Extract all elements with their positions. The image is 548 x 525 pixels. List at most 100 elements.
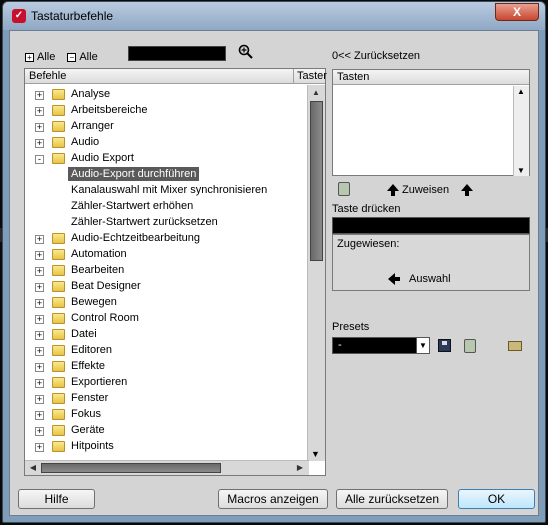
expand-node-icon[interactable]: + [35,331,44,340]
assigned-label: Zugewiesen: [337,238,400,250]
show-macros-button[interactable]: Macros anzeigen [218,489,328,509]
folder-icon [52,441,65,452]
select-button[interactable]: Auswahl [409,273,451,285]
tree-item[interactable]: + Exportieren [25,375,307,391]
expand-node-icon[interactable]: + [35,299,44,308]
expand-node-icon[interactable]: + [35,379,44,388]
folder-icon [52,233,65,244]
delete-preset-trash-icon[interactable] [464,339,476,353]
help-button[interactable]: Hilfe [18,489,95,509]
expand-all-button[interactable]: Alle [37,51,55,63]
tree-item[interactable]: Zähler-Startwert erhöhen [25,199,307,215]
tree-item[interactable]: + Hitpoints [25,439,307,455]
close-button[interactable]: X [495,3,539,21]
reset-button[interactable]: 0<< Zurücksetzen [332,50,420,62]
folder-icon [52,345,65,356]
tree-item[interactable]: + Automation [25,247,307,263]
tree-horizontal-scrollbar[interactable]: ◀ ▶ [25,460,309,475]
scroll-left-arrow-icon[interactable]: ◀ [26,461,40,474]
presets-dropdown[interactable]: - ▼ [332,337,430,354]
assign-button[interactable]: Zuweisen [402,184,449,196]
keys-scroll-down-icon[interactable]: ▼ [517,166,525,175]
scroll-right-arrow-icon[interactable]: ▶ [293,461,307,474]
expand-node-icon[interactable]: + [35,443,44,452]
scroll-down-arrow-icon[interactable]: ▼ [311,449,320,459]
tree-vertical-scrollbar[interactable]: ▲ ▼ [307,85,325,461]
tree-item-label: Effekte [71,360,106,372]
tree-item-label: Fenster [71,392,109,404]
tree-item[interactable]: + Fenster [25,391,307,407]
dialog-body: + Alle − Alle Befehle Taster + Analyse + Ar… [9,30,539,516]
expand-node-icon[interactable]: + [35,315,44,324]
expand-node-icon[interactable]: + [35,123,44,132]
tree-item[interactable]: + Geräte [25,423,307,439]
tree-item[interactable]: + Analyse [25,87,307,103]
tree-item[interactable]: + Beat Designer [25,279,307,295]
keys-list[interactable]: Tasten ▲ ▼ [332,69,530,176]
expand-node-icon[interactable]: + [35,363,44,372]
tree-item[interactable]: Kanalauswahl mit Mixer synchronisieren [25,183,307,199]
horizontal-scroll-thumb[interactable] [41,463,221,473]
keys-list-scrollbar[interactable]: ▲ ▼ [513,86,529,176]
tree-item[interactable]: Audio-Export durchführen [25,167,307,183]
tree-item[interactable]: + Bearbeiten [25,263,307,279]
ok-button[interactable]: OK [458,489,535,509]
tree-item[interactable]: + Arranger [25,119,307,135]
expand-node-icon[interactable]: + [35,395,44,404]
tree-item[interactable]: - Audio Export [25,151,307,167]
title-bar[interactable]: ✓ Tastaturbefehle X [3,2,545,30]
tree-item-label: Zähler-Startwert zurücksetzen [71,216,218,228]
expand-node-icon[interactable]: + [35,427,44,436]
expand-node-icon[interactable]: + [35,267,44,276]
scroll-up-arrow-icon[interactable]: ▲ [309,86,323,99]
expand-node-icon[interactable]: + [35,347,44,356]
commands-tree[interactable]: Befehle Taster + Analyse + Arbeitsbereiche +… [24,68,327,476]
collapse-all-icon[interactable]: − [67,52,77,62]
tree-item-label: Exportieren [71,376,128,388]
presets-label: Presets [332,321,370,333]
column-divider[interactable] [293,69,294,84]
keys-scroll-up-icon[interactable]: ▲ [517,87,525,96]
folder-icon [52,121,65,132]
folder-icon [52,377,65,388]
expand-node-icon[interactable]: + [35,283,44,292]
press-key-field[interactable] [332,217,530,234]
search-input[interactable] [128,46,226,61]
tree-item[interactable]: + Control Room [25,311,307,327]
expand-node-icon[interactable]: + [35,139,44,148]
tree-item[interactable]: + Datei [25,327,307,343]
expand-node-icon[interactable]: + [35,251,44,260]
save-preset-icon[interactable] [438,339,451,352]
tree-item-label: Bearbeiten [71,264,125,276]
arrow-up-icon [461,184,473,196]
vertical-scroll-thumb[interactable] [310,101,323,261]
tree-item-label: Analyse [71,88,111,100]
column-header-befehle[interactable]: Befehle [29,70,66,82]
tree-item[interactable]: + Audio-Echtzeitbearbeitung [25,231,307,247]
tree-item[interactable]: + Arbeitsbereiche [25,103,307,119]
collapse-node-icon[interactable]: - [35,155,44,164]
chevron-down-icon[interactable]: ▼ [416,338,429,353]
tree-item[interactable]: Zähler-Startwert zurücksetzen [25,215,307,231]
open-folder-icon[interactable] [508,341,522,351]
tree-item-label: Fokus [71,408,101,420]
tree-item-label: Editoren [71,344,112,356]
tree-item[interactable]: + Fokus [25,407,307,423]
tree-toolbar: + Alle − Alle [25,49,110,65]
expand-node-icon[interactable]: + [35,235,44,244]
tree-item[interactable]: + Bewegen [25,295,307,311]
expand-node-icon[interactable]: + [35,411,44,420]
tree-item[interactable]: + Audio [25,135,307,151]
tree-item[interactable]: + Editoren [25,343,307,359]
folder-icon [52,297,65,308]
expand-all-icon[interactable]: + [25,52,34,62]
expand-node-icon[interactable]: + [35,107,44,116]
tree-item[interactable]: + Effekte [25,359,307,375]
reset-all-button[interactable]: Alle zurücksetzen [336,489,448,509]
magnifier-icon[interactable] [238,44,254,60]
folder-icon [52,153,65,164]
expand-node-icon[interactable]: + [35,91,44,100]
column-header-tasten[interactable]: Taster [297,70,327,82]
collapse-all-button[interactable]: Alle [79,51,97,63]
delete-key-trash-icon[interactable] [338,182,350,196]
